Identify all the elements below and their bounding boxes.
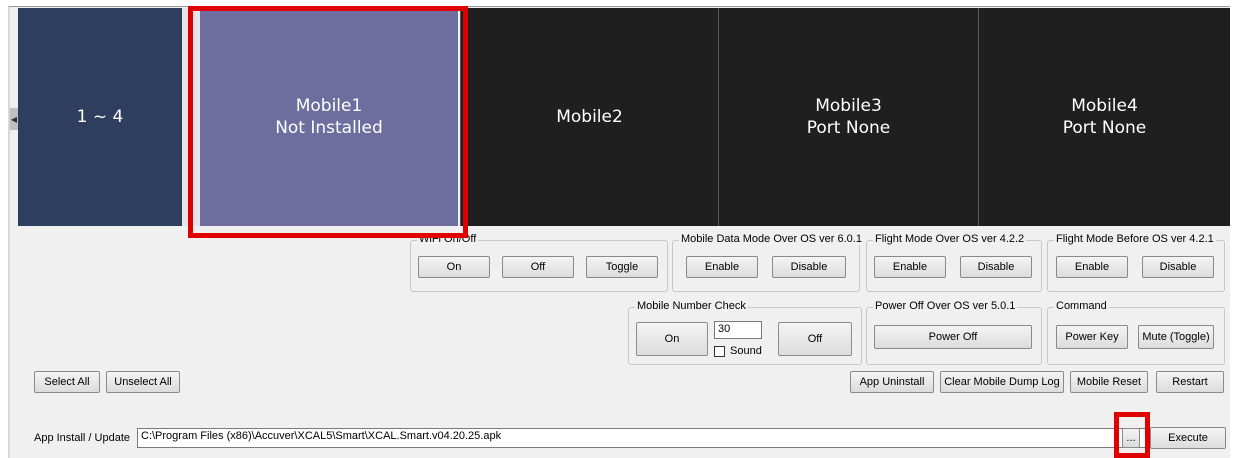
mobile-data-enable-button[interactable]: Enable [686, 256, 758, 278]
flight-new-enable-button[interactable]: Enable [874, 256, 946, 278]
mobile-reset-button[interactable]: Mobile Reset [1070, 371, 1148, 393]
app-uninstall-button[interactable]: App Uninstall [850, 371, 934, 393]
unselect-all-button[interactable]: Unselect All [106, 371, 180, 393]
browse-button[interactable]: ... [1122, 428, 1140, 448]
number-check-off-button[interactable]: Off [778, 322, 852, 356]
mobile-data-group-title: Mobile Data Mode Over OS ver 6.0.1 [679, 233, 864, 245]
tile-mobile2[interactable]: Mobile2 [460, 8, 718, 226]
command-group-title: Command [1054, 300, 1109, 312]
tile-mobile3-status: Port None [806, 118, 891, 138]
sound-checkbox[interactable] [714, 346, 725, 357]
tile-mobile3[interactable]: Mobile3 Port None [718, 8, 978, 226]
install-label: App Install / Update [34, 432, 131, 444]
flight-new-disable-button[interactable]: Disable [960, 256, 1032, 278]
power-off-button[interactable]: Power Off [874, 325, 1032, 349]
number-check-on-button[interactable]: On [636, 322, 708, 356]
install-path-input[interactable]: C:\Program Files (x86)\Accuver\XCAL5\Sma… [137, 428, 1209, 448]
tile-mobile1-name: Mobile1 [295, 96, 363, 116]
tile-separator [182, 8, 200, 226]
tile-mobile3-name: Mobile3 [815, 96, 882, 116]
flight-mode-old-title: Flight Mode Before OS ver 4.2.1 [1054, 233, 1216, 245]
tile-range-label: 1 ~ 4 [76, 107, 124, 127]
mobile-data-disable-button[interactable]: Disable [772, 256, 846, 278]
sound-label: Sound [730, 345, 762, 357]
number-check-input[interactable]: 30 [714, 321, 762, 339]
mute-toggle-button[interactable]: Mute (Toggle) [1138, 325, 1214, 349]
number-check-title: Mobile Number Check [635, 300, 748, 312]
power-off-group-title: Power Off Over OS ver 5.0.1 [873, 300, 1018, 312]
tile-mobile2-name: Mobile2 [556, 107, 623, 127]
wifi-group-title: WiFi On/Off [417, 233, 479, 245]
restart-button[interactable]: Restart [1156, 371, 1224, 393]
wifi-on-button[interactable]: On [418, 256, 490, 278]
tile-mobile1[interactable]: Mobile1 Not Installed [200, 8, 458, 226]
flight-old-disable-button[interactable]: Disable [1142, 256, 1214, 278]
tile-range[interactable]: 1 ~ 4 [18, 8, 182, 226]
flight-mode-new-title: Flight Mode Over OS ver 4.2.2 [873, 233, 1027, 245]
collapse-arrow-icon[interactable]: ◀ [10, 108, 18, 130]
tile-mobile4[interactable]: Mobile4 Port None [978, 8, 1230, 226]
wifi-off-button[interactable]: Off [502, 256, 574, 278]
select-all-button[interactable]: Select All [34, 371, 100, 393]
tile-mobile1-status: Not Installed [275, 118, 383, 138]
clear-dump-log-button[interactable]: Clear Mobile Dump Log [940, 371, 1064, 393]
tile-mobile4-status: Port None [1062, 118, 1147, 138]
tile-mobile4-name: Mobile4 [1071, 96, 1138, 116]
wifi-toggle-button[interactable]: Toggle [586, 256, 658, 278]
flight-old-enable-button[interactable]: Enable [1056, 256, 1128, 278]
execute-button[interactable]: Execute [1150, 427, 1226, 449]
power-key-button[interactable]: Power Key [1056, 325, 1128, 349]
